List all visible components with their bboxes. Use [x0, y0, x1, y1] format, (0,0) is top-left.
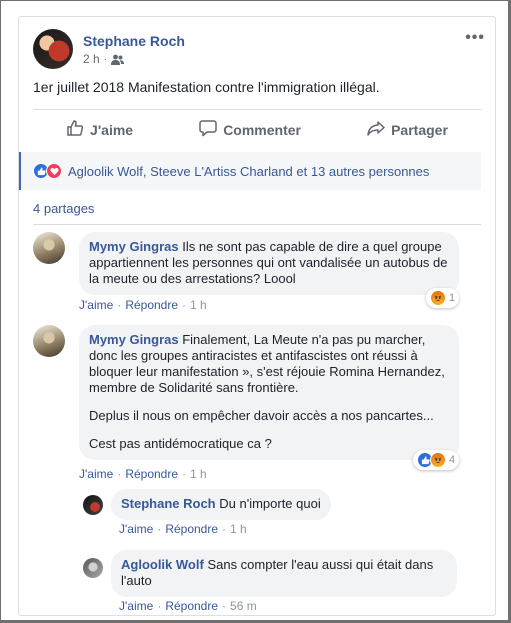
reply-time[interactable]: 1 h: [230, 522, 247, 536]
reply-bubble: Agloolik Wolf Sans compter l'eau aussi q…: [111, 550, 457, 597]
comment-actions: J'aime · Répondre · 1 h: [79, 467, 207, 481]
reply-item: Agloolik Wolf Sans compter l'eau aussi q…: [83, 550, 473, 614]
reply-actions: J'aime · Répondre · 1 h: [119, 522, 247, 536]
post-card: Stephane Roch 2 h · ••• 1er juillet 2018…: [18, 16, 496, 616]
share-label: Partager: [391, 121, 448, 138]
reply-bubble: Stephane Roch Du n'importe quoi: [111, 489, 331, 520]
screenshot-frame: Stephane Roch 2 h · ••• 1er juillet 2018…: [0, 0, 511, 623]
comment-reaction-count: 4: [449, 454, 456, 466]
like-button[interactable]: J'aime: [66, 119, 133, 140]
friends-icon[interactable]: [111, 54, 125, 65]
separator: ·: [222, 522, 227, 536]
comment-reply-link[interactable]: Répondre: [125, 467, 178, 481]
separator: ·: [157, 599, 162, 613]
more-options-button[interactable]: •••: [465, 29, 485, 47]
comment-text: Deplus il nous on empêcher davoir accès …: [89, 408, 434, 423]
separator: ·: [182, 467, 187, 481]
comment-like-link[interactable]: J'aime: [79, 467, 113, 481]
share-button[interactable]: Partager: [367, 119, 448, 140]
reply-actions: J'aime · Répondre · 56 m: [119, 599, 257, 613]
reply-like-link[interactable]: J'aime: [119, 599, 153, 613]
reply-item: Stephane Roch Du n'importe quoi J'aime ·…: [83, 489, 473, 539]
author-name[interactable]: Stephane Roch: [83, 33, 185, 49]
separator: ·: [222, 599, 227, 613]
reactions-summary-text[interactable]: Agloolik Wolf, Steeve L'Artiss Charland …: [68, 164, 429, 179]
comment-actions: J'aime · Répondre · 1 h: [79, 298, 207, 312]
comment-like-link[interactable]: J'aime: [79, 298, 113, 312]
comment-icon: [199, 119, 217, 140]
comment-item: Mymy Gingras Ils ne sont pas capable de …: [33, 232, 473, 312]
separator: ·: [117, 298, 122, 312]
shares-count[interactable]: 4 partages: [33, 201, 94, 216]
comment-bubble: Mymy Gingras Finalement, La Meute n'a pa…: [79, 325, 459, 460]
comment-reactions[interactable]: 4: [413, 450, 460, 470]
comment-label: Commenter: [223, 121, 301, 138]
love-reaction-icon: [46, 163, 62, 179]
reply-avatar[interactable]: [83, 495, 103, 515]
comment-author[interactable]: Mymy Gingras: [89, 332, 179, 347]
reply-reply-link[interactable]: Répondre: [165, 599, 218, 613]
reply-time[interactable]: 56 m: [230, 599, 257, 613]
reactions-summary[interactable]: Agloolik Wolf, Steeve L'Artiss Charland …: [19, 152, 481, 190]
post-time[interactable]: 2 h: [83, 52, 100, 66]
reply-author[interactable]: Stephane Roch: [121, 496, 216, 511]
post-meta: 2 h ·: [83, 52, 125, 66]
comment-text: Cest pas antidémocratique ca ?: [89, 436, 272, 451]
divider: [33, 224, 481, 225]
comment-time[interactable]: 1 h: [190, 298, 207, 312]
post-header: Stephane Roch 2 h · •••: [33, 29, 485, 73]
reply-text: Du n'importe quoi: [219, 496, 321, 511]
author-avatar[interactable]: [33, 29, 73, 69]
reply-reply-link[interactable]: Répondre: [165, 522, 218, 536]
post-text: 1er juillet 2018 Manifestation contre l'…: [33, 79, 380, 95]
comment-button[interactable]: Commenter: [199, 119, 301, 140]
angry-reaction-icon: [430, 452, 446, 468]
meta-separator: ·: [103, 53, 108, 65]
reply-author[interactable]: Agloolik Wolf: [121, 557, 204, 572]
angry-reaction-icon: [430, 290, 446, 306]
reply-like-link[interactable]: J'aime: [119, 522, 153, 536]
separator: ·: [157, 522, 162, 536]
comment-bubble: Mymy Gingras Ils ne sont pas capable de …: [79, 232, 459, 295]
comment-reaction-count: 1: [449, 292, 456, 304]
reaction-icons: [33, 163, 62, 179]
commenter-avatar[interactable]: [33, 232, 65, 264]
thumbs-up-icon: [66, 119, 84, 140]
post-actions: J'aime Commenter Partager: [33, 109, 481, 149]
comment-reactions[interactable]: 1: [426, 288, 460, 308]
commenter-avatar[interactable]: [33, 325, 65, 357]
comment-item: Mymy Gingras Finalement, La Meute n'a pa…: [33, 325, 473, 481]
reply-avatar[interactable]: [83, 558, 103, 578]
like-label: J'aime: [90, 121, 134, 138]
share-icon: [367, 119, 385, 140]
comment-reply-link[interactable]: Répondre: [125, 298, 178, 312]
separator: ·: [182, 298, 187, 312]
comment-time[interactable]: 1 h: [190, 467, 207, 481]
comment-author[interactable]: Mymy Gingras: [89, 239, 179, 254]
separator: ·: [117, 467, 122, 481]
comment-reaction-icons: [417, 452, 446, 468]
